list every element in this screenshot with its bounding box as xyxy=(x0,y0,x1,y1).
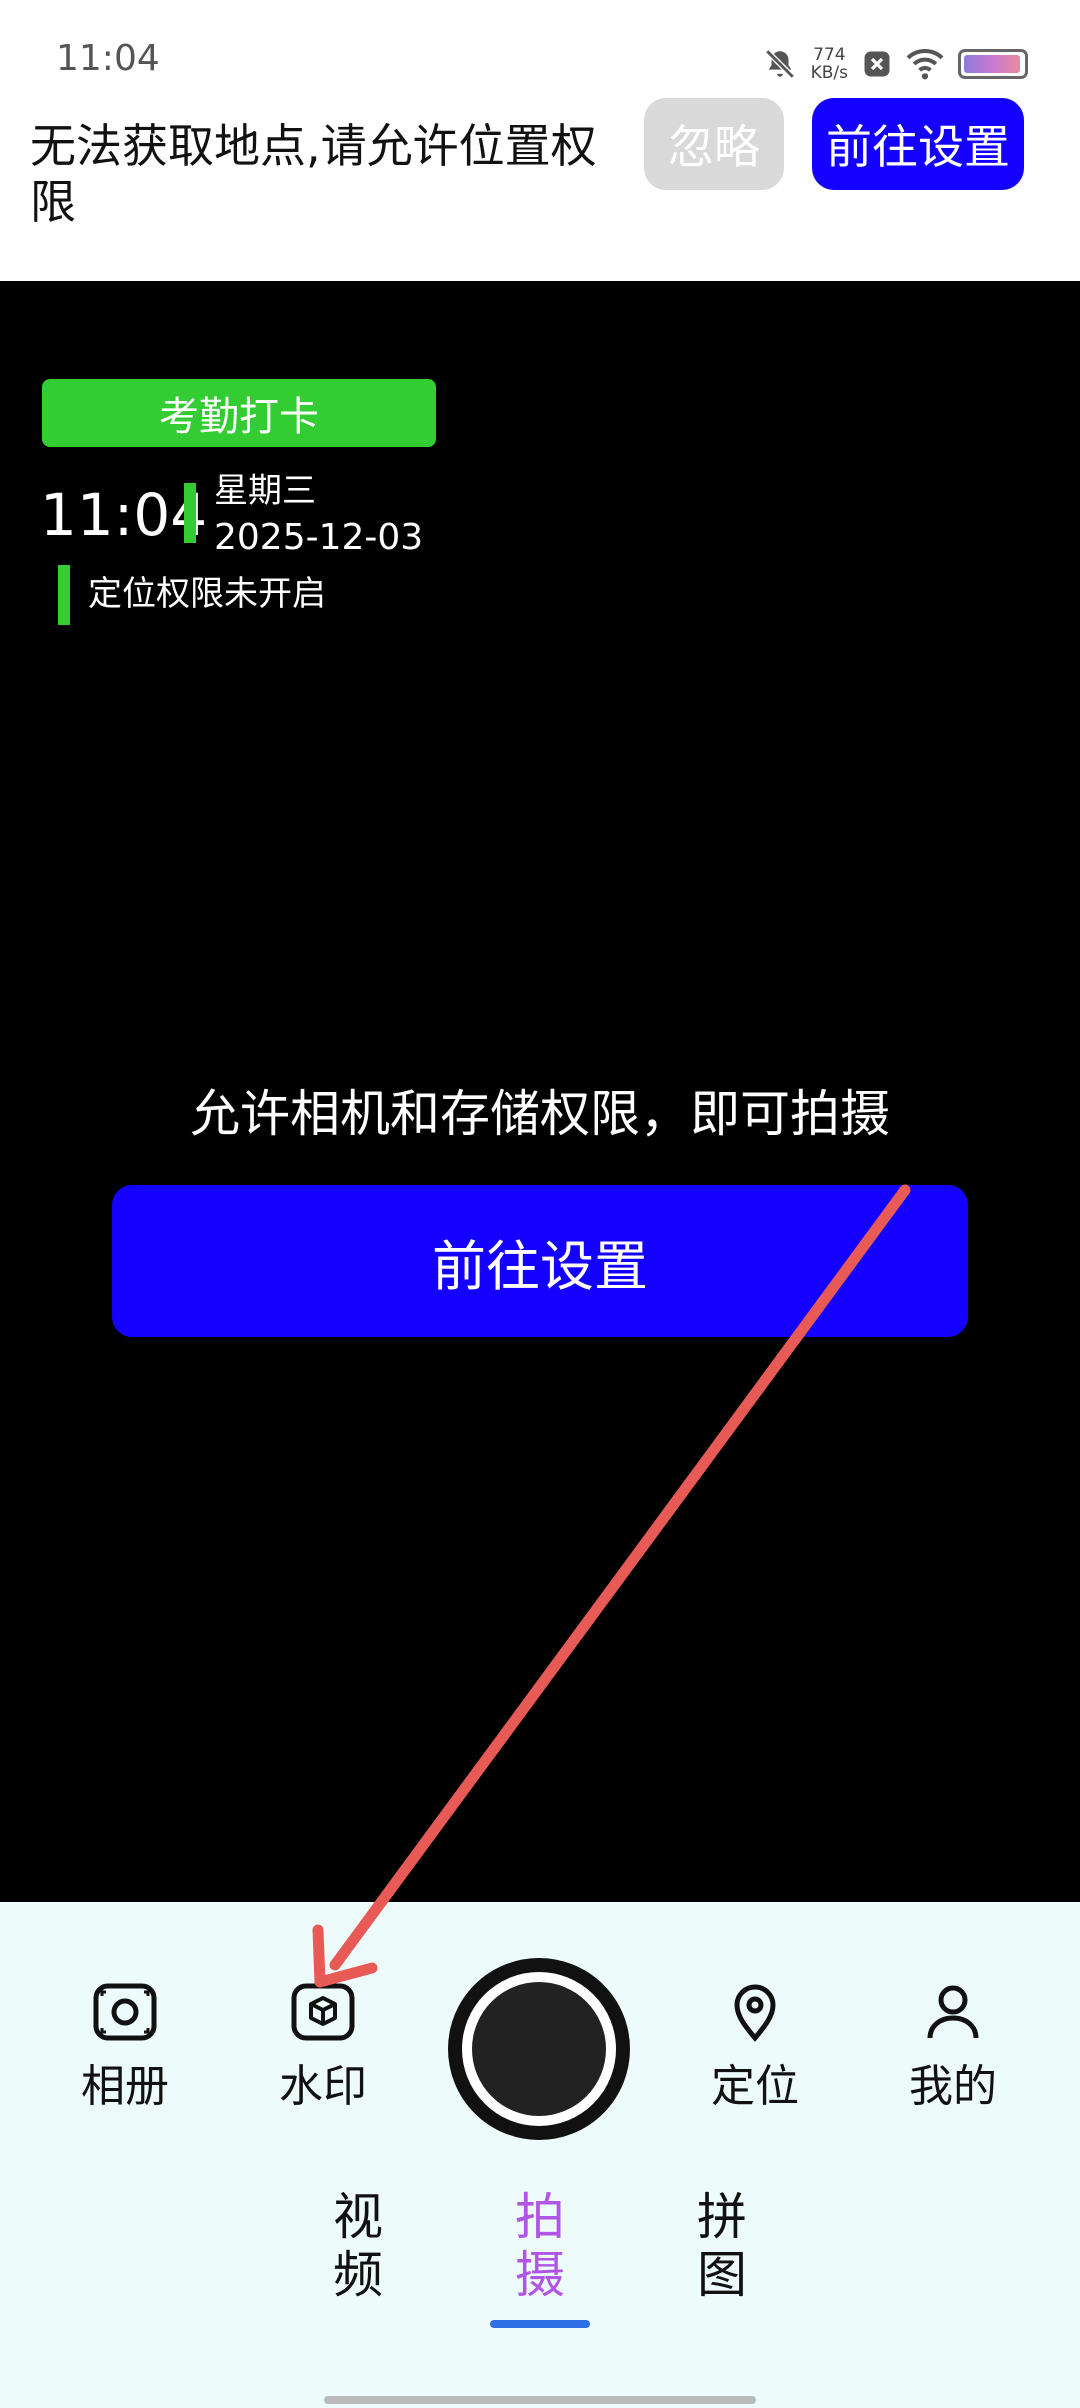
ignore-button[interactable]: 忽略 xyxy=(644,98,784,190)
watermark-location: 定位权限未开启 xyxy=(88,574,326,614)
watermark-time: 11:04 xyxy=(40,481,208,549)
album-icon xyxy=(93,1983,157,2041)
permission-settings-button[interactable]: 前往设置 xyxy=(112,1185,968,1337)
album-button[interactable]: 相册 xyxy=(60,1982,190,2114)
watermark-label: 水印 xyxy=(279,2061,367,2112)
close-badge-icon xyxy=(864,51,890,77)
battery-icon xyxy=(958,49,1028,79)
location-label: 定位 xyxy=(711,2061,799,2112)
location-permission-message: 无法获取地点,请允许位置权限 xyxy=(30,119,597,229)
location-button[interactable]: 定位 xyxy=(690,1982,820,2114)
user-icon xyxy=(927,1985,979,2039)
camera-screen: 11:04 774 KB/s 无法获取地点,请允许位置权限 忽略 前往设置 考勤… xyxy=(0,0,1080,2408)
mode-video[interactable]: 视频 xyxy=(328,2188,388,2304)
shutter-button[interactable] xyxy=(448,1958,630,2140)
watermark-date: 2025-12-03 xyxy=(214,517,424,558)
status-icons: 774 KB/s xyxy=(763,42,1028,86)
mode-collage[interactable]: 拼图 xyxy=(692,2188,752,2304)
mode-photo[interactable]: 拍摄 xyxy=(510,2188,570,2304)
mine-button[interactable]: 我的 xyxy=(888,1982,1018,2114)
album-label: 相册 xyxy=(81,2061,169,2112)
camera-permission-message: 允许相机和存储权限，即可拍摄 xyxy=(190,1085,890,1143)
active-mode-indicator xyxy=(490,2320,590,2328)
mute-bell-icon xyxy=(764,49,795,79)
watermark-divider xyxy=(184,483,196,543)
mine-label: 我的 xyxy=(909,2061,997,2112)
watermark-button[interactable]: 水印 xyxy=(258,1982,388,2114)
cube-icon xyxy=(291,1983,355,2041)
banner-settings-button[interactable]: 前往设置 xyxy=(812,98,1024,190)
wifi-icon xyxy=(906,49,944,80)
net-speed: 774 KB/s xyxy=(810,45,848,83)
top-area: 11:04 774 KB/s 无法获取地点,请允许位置权限 忽略 前往设置 xyxy=(0,0,1080,281)
location-pin-icon xyxy=(734,1984,776,2042)
watermark-weekday: 星期三 xyxy=(214,471,316,511)
status-time: 11:04 xyxy=(56,38,160,79)
watermark-location-bar xyxy=(58,565,70,625)
home-indicator[interactable] xyxy=(324,2396,756,2404)
watermark-tag: 考勤打卡 xyxy=(42,379,436,447)
bottom-panel: 相册 水印 定位 我的 视频 拍摄 拼图 xyxy=(0,1902,1080,2408)
